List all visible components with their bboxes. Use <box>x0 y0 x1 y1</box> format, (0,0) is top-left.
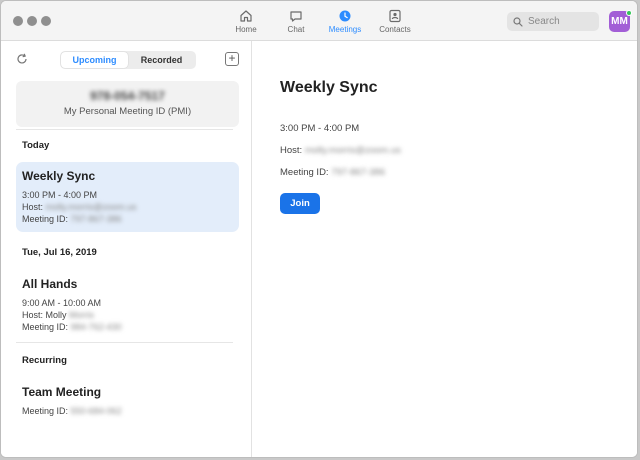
contacts-icon <box>389 9 401 23</box>
section-date: Tue, Jul 16, 2019 <box>22 247 97 258</box>
tab-upcoming[interactable]: Upcoming <box>61 52 128 68</box>
meeting-time: 9:00 AM - 10:00 AM <box>22 298 102 308</box>
meeting-item-team-meeting[interactable]: Team Meeting Meeting ID: 550-684-062 <box>16 378 239 424</box>
refresh-icon[interactable] <box>16 53 28 65</box>
divider <box>16 129 233 130</box>
search-input[interactable]: Search <box>507 12 599 31</box>
meeting-title: All Hands <box>22 277 78 291</box>
detail-id-label: Meeting ID: <box>280 167 329 178</box>
meeting-id-label: Meeting ID: <box>22 214 69 224</box>
meeting-host-label: Host: <box>22 202 44 212</box>
meetings-sidebar: Upcoming Recorded + 978-054-7517 My Pers… <box>1 41 252 457</box>
clock-icon <box>339 10 351 22</box>
search-placeholder: Search <box>528 16 560 27</box>
meeting-item-weekly-sync[interactable]: Weekly Sync 3:00 PM - 4:00 PM Host: moll… <box>16 162 239 232</box>
pmi-card[interactable]: 978-054-7517 My Personal Meeting ID (PMI… <box>16 81 239 127</box>
zoom-window-button[interactable] <box>41 16 51 26</box>
meeting-id-label: Meeting ID: <box>22 322 69 332</box>
section-today: Today <box>22 140 50 151</box>
meeting-host-value: Morris <box>69 310 95 320</box>
meeting-id-value: 984-762-430 <box>70 322 122 332</box>
plus-icon: + <box>228 51 236 65</box>
meeting-id: Meeting ID: 550-684-062 <box>22 405 233 417</box>
chat-icon <box>290 11 302 22</box>
pmi-label: My Personal Meeting ID (PMI) <box>63 106 192 117</box>
pmi-number: 978-054-7517 <box>90 89 165 103</box>
detail-host-value: molly.morris@zoom.us <box>304 145 401 156</box>
meeting-id: Meeting ID: 984-762-430 <box>22 321 233 333</box>
zoom-window: Home Chat Meetings Contacts Search MM Up… <box>0 0 638 458</box>
meeting-id: Meeting ID: 797-867-386 <box>22 213 233 225</box>
meeting-host-label: Host: Molly <box>22 310 67 320</box>
meeting-time: 3:00 PM - 4:00 PM <box>22 190 98 200</box>
detail-title: Weekly Sync <box>280 79 378 96</box>
meeting-host: Host: Molly Morris <box>22 309 233 321</box>
nav-contacts-label: Contacts <box>379 25 411 34</box>
detail-meeting-id: Meeting ID: 797-867-386 <box>280 167 385 178</box>
divider <box>16 342 233 343</box>
status-online-icon <box>626 10 632 16</box>
detail-host: Host: molly.morris@zoom.us <box>280 145 401 156</box>
minimize-window-button[interactable] <box>27 16 37 26</box>
search-icon <box>513 16 523 27</box>
meeting-id-value: 550-684-062 <box>70 406 122 416</box>
meeting-id-value: 797-867-386 <box>70 214 122 224</box>
home-icon <box>240 10 252 22</box>
meeting-id-label: Meeting ID: <box>22 406 69 416</box>
nav-contacts[interactable]: Contacts <box>365 9 425 37</box>
close-window-button[interactable] <box>13 16 23 26</box>
meetings-tab-switcher: Upcoming Recorded <box>60 51 196 69</box>
meeting-host: Host: molly.morris@zoom.us <box>22 201 233 213</box>
meeting-item-all-hands[interactable]: All Hands 9:00 AM - 10:00 AM Host: Molly… <box>16 270 239 340</box>
meeting-title: Team Meeting <box>22 385 102 399</box>
tab-recorded[interactable]: Recorded <box>128 52 195 68</box>
detail-host-label: Host: <box>280 145 303 156</box>
detail-time: 3:00 PM - 4:00 PM <box>280 123 360 134</box>
meeting-detail-panel: Weekly Sync 3:00 PM - 4:00 PM Host: moll… <box>253 41 637 457</box>
detail-id-value: 797-867-386 <box>331 167 386 178</box>
title-bar: Home Chat Meetings Contacts Search MM <box>1 1 637 41</box>
section-recurring: Recurring <box>22 355 67 366</box>
meeting-title: Weekly Sync <box>22 169 96 183</box>
join-button[interactable]: Join <box>280 193 320 214</box>
meeting-host-value: molly.morris@zoom.us <box>45 202 137 212</box>
add-meeting-button[interactable]: + <box>225 52 239 66</box>
